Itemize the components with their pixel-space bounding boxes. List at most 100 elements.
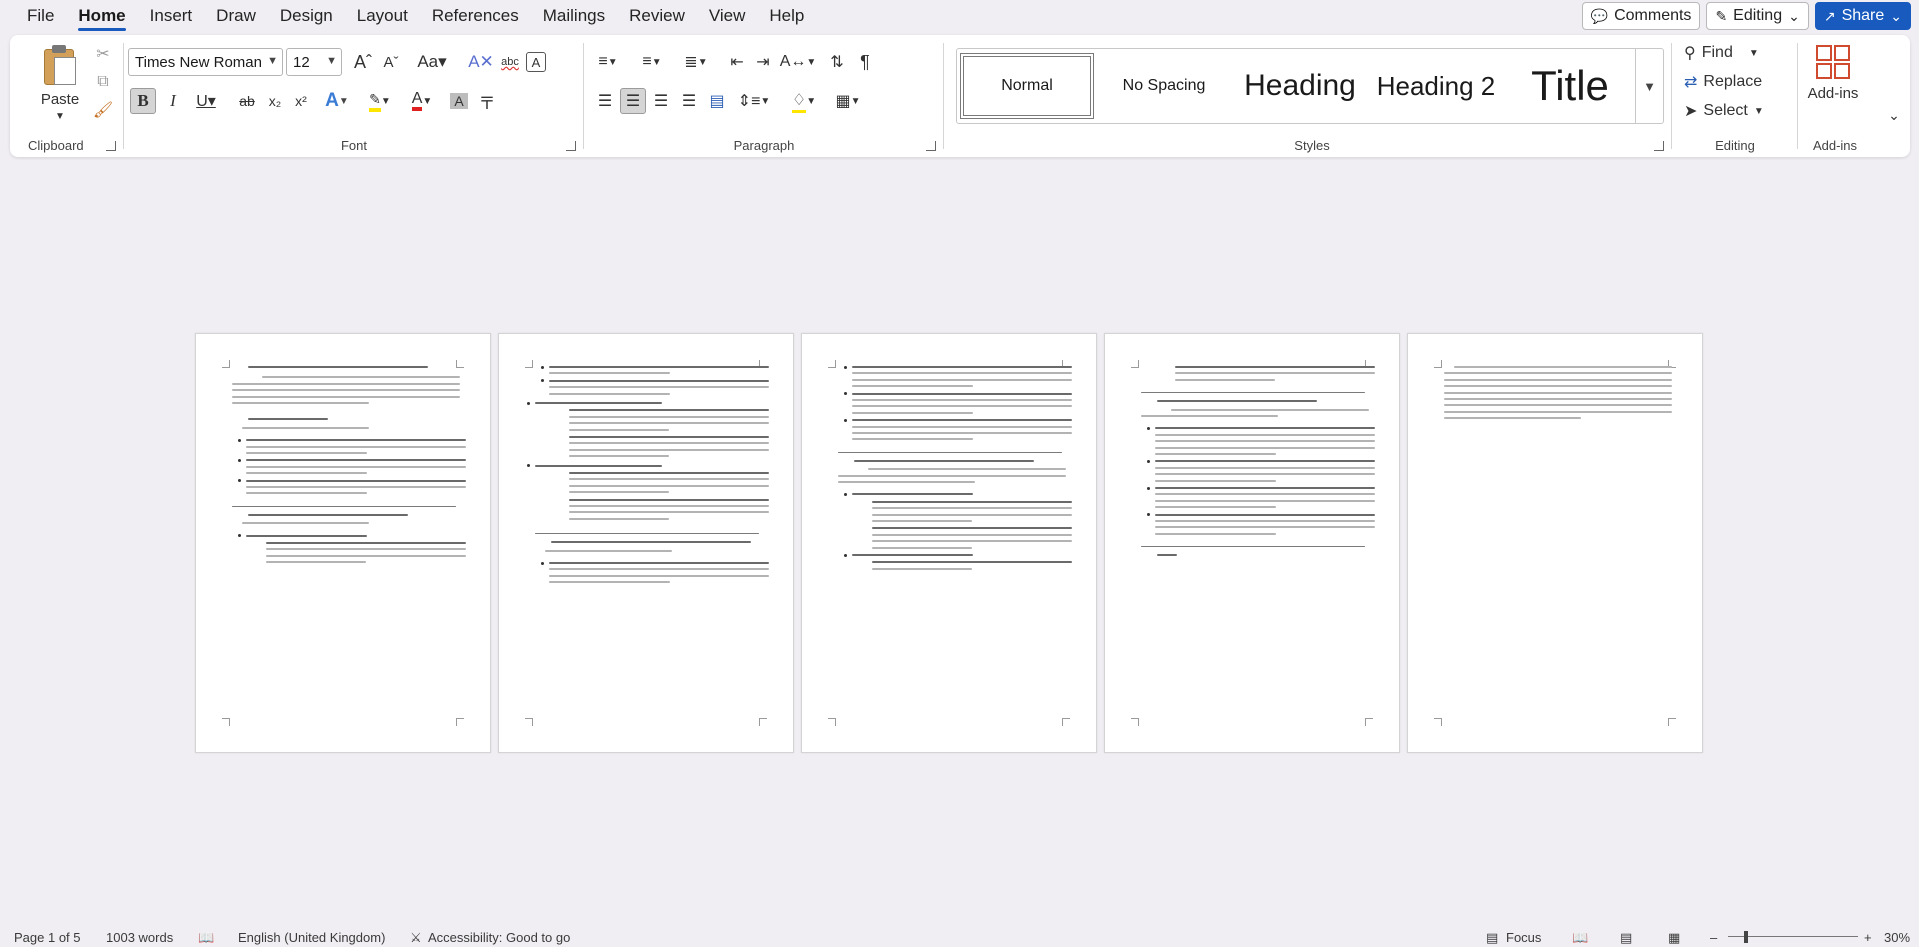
- text-line: [569, 505, 769, 507]
- zoom-slider-thumb[interactable]: [1744, 931, 1748, 943]
- zoom-in-icon[interactable]: +: [1864, 930, 1872, 945]
- bullet-dot: [238, 458, 241, 462]
- superscript-icon[interactable]: x²: [288, 88, 314, 114]
- read-mode-icon[interactable]: 📖: [1572, 930, 1588, 946]
- multilevel-list-icon[interactable]: ≣ ▼: [676, 49, 716, 75]
- tab-design[interactable]: Design: [268, 0, 345, 32]
- bold-icon[interactable]: B: [130, 88, 156, 114]
- text-line: [242, 426, 369, 429]
- decrease-indent-icon[interactable]: ⇤: [724, 49, 750, 75]
- grow-font-icon[interactable]: Aˆ: [350, 49, 376, 75]
- change-case-icon[interactable]: Aa▾: [412, 49, 452, 75]
- cursor-icon: ➤: [1684, 103, 1698, 120]
- italic-icon[interactable]: I: [160, 88, 186, 114]
- format-painter-icon[interactable]: 🖌: [92, 99, 114, 121]
- font-color-icon[interactable]: A ▼: [402, 88, 442, 114]
- editing-mode-button[interactable]: ✎ Editing ⌄: [1706, 2, 1809, 30]
- page-indicator[interactable]: Page 1 of 5: [14, 930, 81, 945]
- align-right-icon[interactable]: ☰: [648, 88, 674, 114]
- replace-button[interactable]: ⇄ Replace: [1684, 70, 1784, 94]
- text-direction-icon[interactable]: A↔ ▼: [780, 49, 817, 75]
- zoom-level[interactable]: 30%: [1884, 930, 1910, 945]
- search-icon: ⚲: [1684, 45, 1696, 62]
- share-button[interactable]: ↗ Share ⌄: [1814, 2, 1911, 30]
- tab-view[interactable]: View: [697, 0, 758, 32]
- shading-bucket-icon[interactable]: ♢ ▼: [784, 88, 824, 114]
- tab-mailings[interactable]: Mailings: [531, 0, 617, 32]
- accessibility-icon[interactable]: ⚔: [410, 930, 422, 946]
- paragraph-launcher-icon[interactable]: [926, 141, 936, 151]
- tab-draw[interactable]: Draw: [204, 0, 268, 32]
- font-launcher-icon[interactable]: [566, 141, 576, 151]
- shading-icon[interactable]: A: [446, 88, 472, 114]
- document-canvas[interactable]: [0, 160, 1919, 928]
- show-paragraph-marks-icon[interactable]: ¶: [852, 49, 878, 75]
- document-page[interactable]: [195, 333, 491, 753]
- document-page[interactable]: [801, 333, 1097, 753]
- document-page[interactable]: [1407, 333, 1703, 753]
- strikethrough-icon[interactable]: ab: [234, 88, 260, 114]
- character-border-icon[interactable]: A: [526, 52, 546, 72]
- tab-insert[interactable]: Insert: [138, 0, 205, 32]
- tab-home[interactable]: Home: [66, 0, 137, 32]
- collapse-ribbon-icon[interactable]: ⌄: [1884, 105, 1904, 125]
- copy-icon[interactable]: ⧉: [92, 71, 114, 93]
- underline-icon[interactable]: U▾: [188, 88, 224, 114]
- shrink-font-icon[interactable]: Aˇ: [378, 49, 404, 75]
- subscript-icon[interactable]: x₂: [262, 88, 288, 114]
- focus-icon[interactable]: ▤: [1486, 930, 1498, 946]
- numbering-icon[interactable]: ≡ ▼: [632, 49, 672, 75]
- addins-label[interactable]: Add-ins: [1800, 83, 1866, 103]
- tab-file[interactable]: File: [0, 0, 66, 32]
- find-button[interactable]: ⚲ Find ▼: [1684, 41, 1784, 65]
- text-effects-icon[interactable]: A ▼: [318, 88, 356, 114]
- web-layout-icon[interactable]: ▦: [1668, 930, 1680, 946]
- cut-icon[interactable]: ✂: [92, 43, 114, 65]
- comments-button[interactable]: 💬 Comments: [1581, 2, 1701, 30]
- highlight-color-icon[interactable]: ✎ ▼: [360, 88, 400, 114]
- chevron-down-icon[interactable]: ▼: [48, 109, 72, 123]
- word-count[interactable]: 1003 words: [106, 930, 173, 945]
- bullet-dot: [238, 534, 241, 538]
- font-size-combo[interactable]: 12 ▼: [286, 48, 342, 76]
- proofing-icon[interactable]: 📖: [198, 930, 214, 946]
- tab-review[interactable]: Review: [617, 0, 697, 32]
- select-button[interactable]: ➤ Select ▼: [1684, 99, 1784, 123]
- text-effects-abc-icon[interactable]: abc: [496, 49, 524, 75]
- text-line: [872, 546, 972, 549]
- bullets-icon[interactable]: ≡ ▼: [588, 49, 628, 75]
- styles-launcher-icon[interactable]: [1654, 141, 1664, 151]
- distributed-icon[interactable]: ▤: [704, 88, 730, 114]
- print-layout-icon[interactable]: ▤: [1620, 930, 1632, 946]
- accessibility-status[interactable]: Accessibility: Good to go: [428, 930, 570, 945]
- increase-indent-icon[interactable]: ⇥: [750, 49, 776, 75]
- text-line: [1175, 378, 1275, 381]
- language-indicator[interactable]: English (United Kingdom): [238, 930, 385, 945]
- clipboard-launcher-icon[interactable]: [106, 141, 116, 151]
- align-left-icon[interactable]: ☰: [592, 88, 618, 114]
- tab-layout[interactable]: Layout: [345, 0, 420, 32]
- text-line: [569, 428, 669, 431]
- crop-mark: [525, 360, 533, 368]
- zoom-out-icon[interactable]: –: [1710, 930, 1717, 945]
- sort-icon[interactable]: ⇅: [824, 49, 850, 75]
- crop-mark: [1668, 718, 1676, 726]
- borders-icon[interactable]: ▦ ▼: [828, 88, 868, 114]
- crop-mark: [1365, 718, 1373, 726]
- document-page[interactable]: [1104, 333, 1400, 753]
- document-page[interactable]: [498, 333, 794, 753]
- enclose-characters-icon[interactable]: 〒: [474, 88, 500, 114]
- align-center-icon[interactable]: ☰: [620, 88, 646, 114]
- line-spacing-icon[interactable]: ⇕≡ ▼: [734, 88, 774, 114]
- text-line: [569, 422, 769, 425]
- tab-references[interactable]: References: [420, 0, 531, 32]
- chevron-down-icon: ▼: [267, 55, 278, 67]
- focus-label[interactable]: Focus: [1506, 930, 1541, 945]
- clear-formatting-icon[interactable]: A✕: [468, 49, 494, 75]
- justify-icon[interactable]: ☰: [676, 88, 702, 114]
- tab-help[interactable]: Help: [757, 0, 816, 32]
- addins-grid-icon[interactable]: [1814, 43, 1852, 81]
- text-line: [852, 432, 1072, 434]
- paste-label[interactable]: Paste: [32, 89, 88, 109]
- font-name-combo[interactable]: Times New Roman ▼: [128, 48, 283, 76]
